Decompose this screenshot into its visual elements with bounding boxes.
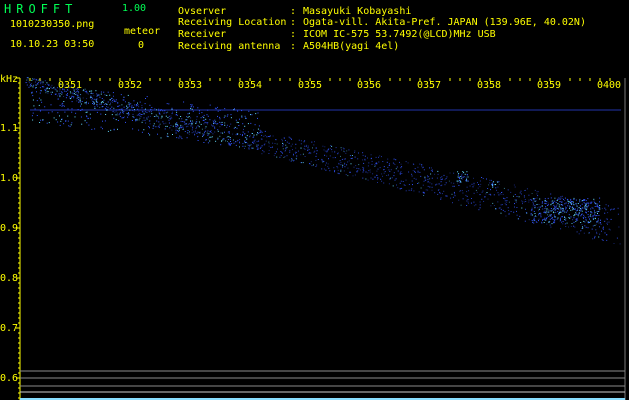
x-tick-0354: 0354: [238, 80, 263, 91]
spectrogram: [16, 77, 626, 400]
y-tick-0.6: 0.6: [0, 373, 19, 384]
x-tick-0351: 0351: [58, 80, 83, 91]
x-tick-0355: 0355: [298, 80, 323, 91]
y-unit-label: kHz: [0, 74, 19, 85]
x-tick-0357: 0357: [417, 80, 442, 91]
y-tick-1.0: 1.0: [0, 173, 19, 184]
y-tick-1.1: 1.1: [0, 123, 19, 134]
x-tick-0353: 0353: [178, 80, 203, 91]
y-tick-0.7: 0.7: [0, 323, 19, 334]
x-tick-0358: 0358: [477, 80, 502, 91]
x-tick-0359: 0359: [537, 80, 562, 91]
x-tick-0356: 0356: [357, 80, 382, 91]
y-tick-0.9: 0.9: [0, 223, 19, 234]
x-tick-0400: 0400: [597, 80, 622, 91]
signal-trace: [25, 77, 621, 245]
x-tick-0352: 0352: [118, 80, 143, 91]
y-tick-0.8: 0.8: [0, 273, 19, 284]
